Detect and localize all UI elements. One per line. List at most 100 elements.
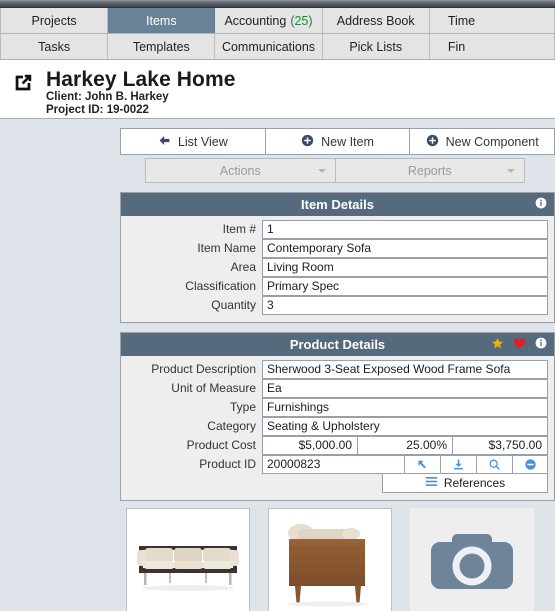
- actions-label: Actions: [219, 163, 261, 178]
- product-cost-group: $5,000.00 25.00% $3,750.00: [262, 436, 548, 455]
- plus-circle-icon: [426, 134, 439, 150]
- area-field[interactable]: Living Room: [262, 258, 548, 277]
- star-icon[interactable]: [491, 337, 504, 353]
- classification-field[interactable]: Primary Spec: [262, 277, 548, 296]
- field-row-item-number: Item # 1: [127, 220, 548, 239]
- item-name-field[interactable]: Contemporary Sofa: [262, 239, 548, 258]
- field-row-item-name: Item Name Contemporary Sofa: [127, 239, 548, 258]
- product-id-field[interactable]: 20000823: [262, 455, 404, 474]
- tab-time[interactable]: Time: [429, 8, 555, 33]
- tab-tasks[interactable]: Tasks: [0, 34, 109, 59]
- field-label: Area: [230, 260, 256, 274]
- field-label: Type: [229, 400, 256, 414]
- search-icon[interactable]: [476, 455, 512, 474]
- download-icon[interactable]: [440, 455, 476, 474]
- references-button[interactable]: References: [382, 474, 548, 493]
- item-details-header-icons: [535, 193, 547, 216]
- field-label: Product ID: [199, 457, 256, 471]
- unit-of-measure-field[interactable]: Ea: [262, 379, 548, 398]
- project-id: Project ID: 19-0022: [46, 104, 149, 116]
- info-icon[interactable]: [535, 337, 547, 352]
- new-item-label: New Item: [321, 134, 374, 149]
- tab-pick-lists[interactable]: Pick Lists: [322, 34, 430, 59]
- new-component-button[interactable]: New Component: [409, 128, 555, 155]
- tab-financials[interactable]: Fin: [429, 34, 555, 59]
- heart-icon[interactable]: [513, 337, 526, 353]
- references-label: References: [443, 476, 506, 490]
- product-details-header-icons: [491, 333, 547, 356]
- new-item-button[interactable]: New Item: [264, 128, 410, 155]
- tab-label: Tasks: [38, 39, 71, 54]
- actions-dropdown[interactable]: Actions: [145, 158, 335, 183]
- field-row-product-cost: Product Cost $5,000.00 25.00% $3,750.00: [127, 436, 548, 455]
- project-client: Client: John B. Harkey: [46, 91, 169, 103]
- secondary-tab-bar: Tasks Templates Communications Pick List…: [0, 34, 555, 60]
- field-row-product-id: Product ID 20000823: [127, 455, 548, 474]
- field-label: Category: [207, 419, 256, 433]
- item-details-header: Item Details: [121, 193, 554, 216]
- category-field[interactable]: Seating & Upholstery: [262, 417, 548, 436]
- add-photo-placeholder[interactable]: [410, 508, 534, 611]
- product-cost-amount[interactable]: $5,000.00: [262, 436, 357, 455]
- field-label: Product Description: [151, 362, 256, 376]
- field-row-quantity: Quantity 3: [127, 296, 548, 315]
- tab-label: Pick Lists: [349, 39, 403, 54]
- tab-templates[interactable]: Templates: [108, 34, 216, 59]
- external-link-icon[interactable]: [12, 72, 34, 94]
- field-label: Item #: [222, 222, 256, 236]
- tab-items[interactable]: Items: [108, 8, 216, 33]
- field-label: Classification: [185, 279, 256, 293]
- field-label: Item Name: [197, 241, 256, 255]
- product-image-gallery: [126, 508, 555, 611]
- tab-label: Address Book: [336, 13, 415, 28]
- field-label: Quantity: [211, 298, 256, 312]
- primary-tab-bar: Projects Items Accounting (25) Address B…: [0, 8, 555, 34]
- item-number-field[interactable]: 1: [262, 220, 548, 239]
- product-cost-markup[interactable]: 25.00%: [357, 436, 452, 455]
- tab-label: Accounting: [224, 13, 287, 28]
- new-component-label: New Component: [445, 134, 539, 149]
- item-details-title: Item Details: [301, 197, 374, 212]
- page-title: Harkey Lake Home: [46, 68, 236, 91]
- item-details-panel: Item Details Item # 1 Item Name Contempo…: [120, 192, 555, 323]
- field-label: Unit of Measure: [171, 381, 256, 395]
- minus-circle-icon[interactable]: [512, 455, 548, 474]
- product-details-title: Product Details: [289, 337, 386, 352]
- info-icon[interactable]: [535, 197, 547, 212]
- dropdown-button-bar: Actions Reports: [145, 158, 525, 183]
- tab-label: Fin: [447, 39, 466, 54]
- chevron-down-icon: [317, 168, 326, 173]
- project-header-text: Harkey Lake Home Client: John B. Harkey …: [46, 68, 236, 117]
- tab-communications[interactable]: Communications: [215, 34, 323, 59]
- references-row: References: [127, 474, 548, 493]
- tab-accounting[interactable]: Accounting (25): [215, 8, 323, 33]
- arrow-up-left-icon[interactable]: [404, 455, 440, 474]
- main-content: List View New Item New Component Actions…: [0, 128, 555, 611]
- list-view-button[interactable]: List View: [120, 128, 265, 155]
- type-field[interactable]: Furnishings: [262, 398, 548, 417]
- tab-label: Templates: [132, 39, 190, 54]
- field-row-unit-of-measure: Unit of Measure Ea: [127, 379, 548, 398]
- product-cost-net[interactable]: $3,750.00: [452, 436, 548, 455]
- product-image-front[interactable]: [126, 508, 250, 611]
- product-details-body: Product Description Sherwood 3-Seat Expo…: [121, 356, 554, 500]
- reports-dropdown[interactable]: Reports: [334, 158, 525, 183]
- product-details-header: Product Details: [121, 333, 554, 356]
- tab-projects[interactable]: Projects: [0, 8, 109, 33]
- tab-address-book[interactable]: Address Book: [322, 8, 430, 33]
- field-row-type: Type Furnishings: [127, 398, 548, 417]
- reports-label: Reports: [407, 163, 452, 178]
- field-row-product-description: Product Description Sherwood 3-Seat Expo…: [127, 360, 548, 379]
- window-title-bar: [0, 0, 555, 8]
- quantity-field[interactable]: 3: [262, 296, 548, 315]
- field-row-area: Area Living Room: [127, 258, 548, 277]
- product-description-field[interactable]: Sherwood 3-Seat Exposed Wood Frame Sofa: [262, 360, 548, 379]
- action-button-bar: List View New Item New Component: [120, 128, 555, 155]
- item-details-body: Item # 1 Item Name Contemporary Sofa Are…: [121, 216, 554, 322]
- arrow-left-icon: [158, 134, 171, 150]
- tab-label: Time: [447, 13, 476, 28]
- tab-label: Communications: [221, 39, 316, 54]
- list-icon: [425, 476, 438, 490]
- plus-circle-icon: [301, 134, 314, 150]
- product-image-back[interactable]: [268, 508, 392, 611]
